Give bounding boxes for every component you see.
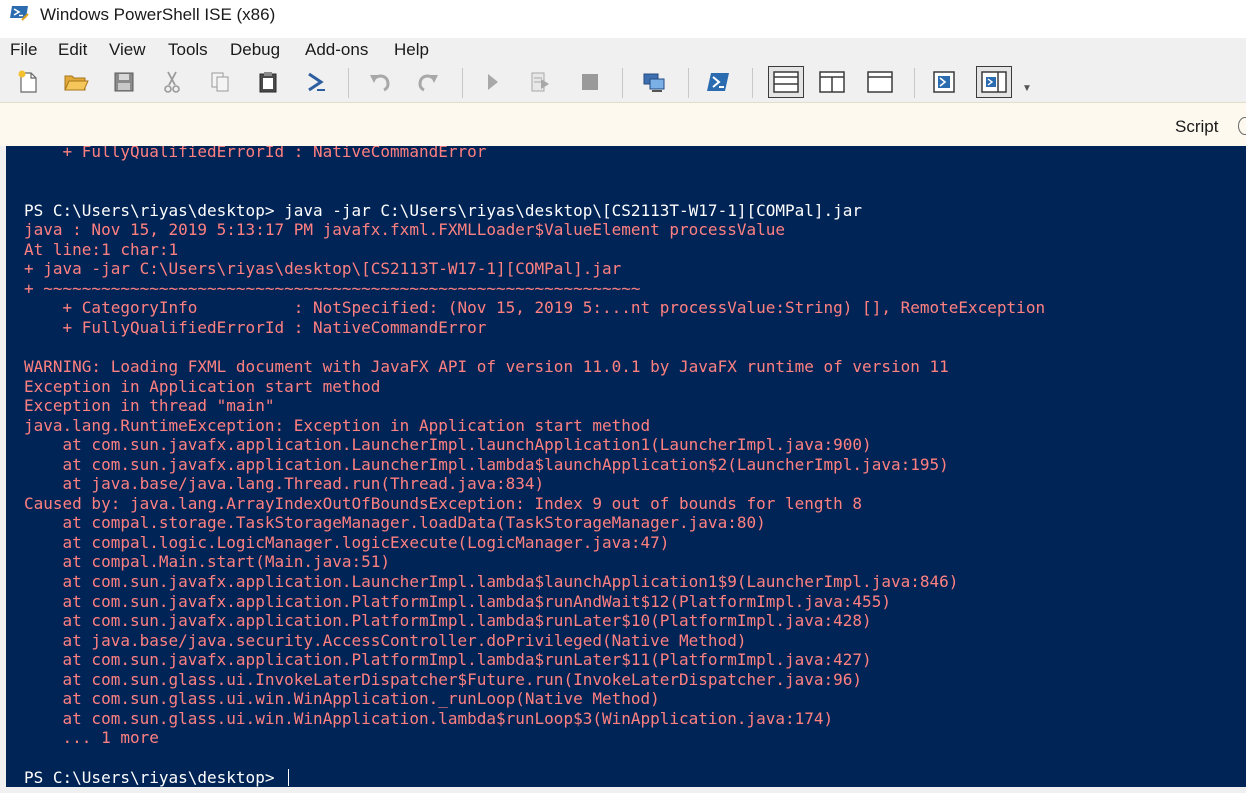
redo-icon[interactable] xyxy=(414,68,442,96)
stop-icon[interactable] xyxy=(576,68,604,96)
run-script-icon[interactable] xyxy=(478,68,506,96)
console-line: at com.sun.javafx.application.LauncherIm… xyxy=(24,435,872,455)
text-cursor xyxy=(288,768,290,786)
window-title: Windows PowerShell ISE (x86) xyxy=(40,5,276,24)
menu-bar: File Edit View Tools Debug Add-ons Help xyxy=(0,38,1246,62)
menu-debug[interactable]: Debug xyxy=(230,40,280,60)
console-line: PS C:\Users\riyas\desktop> java -jar C:\… xyxy=(24,200,863,220)
console-line: + java -jar C:\Users\riyas\desktop\[CS21… xyxy=(24,259,622,279)
new-script-icon[interactable] xyxy=(14,68,42,96)
console-line: at com.sun.javafx.application.LauncherIm… xyxy=(24,572,959,592)
toolbar: ▼ xyxy=(0,62,1246,102)
console-line: at java.base/java.lang.Thread.run(Thread… xyxy=(24,474,545,494)
console-line: + FullyQualifiedErrorId : NativeCommandE… xyxy=(24,146,487,161)
paste-icon[interactable] xyxy=(254,68,282,96)
menu-help[interactable]: Help xyxy=(394,40,429,60)
undo-icon[interactable] xyxy=(366,68,394,96)
console-line: java.lang.RuntimeException: Exception in… xyxy=(24,415,651,435)
console-line: at compal.Main.start(Main.java:51) xyxy=(24,552,391,572)
console-line: at com.sun.glass.ui.win.WinApplication.l… xyxy=(24,708,834,728)
show-script-right-icon[interactable] xyxy=(818,68,846,96)
copy-icon[interactable] xyxy=(206,68,234,96)
menu-edit[interactable]: Edit xyxy=(58,40,87,60)
toolbar-separator xyxy=(622,68,623,98)
show-script-maximized-icon[interactable] xyxy=(866,68,894,96)
console-line: Exception in thread "main" xyxy=(24,396,275,416)
show-command-addon-icon[interactable] xyxy=(976,66,1012,98)
script-pane-label[interactable]: Script xyxy=(1175,117,1218,137)
console-line: WARNING: Loading FXML document with Java… xyxy=(24,357,949,377)
toolbar-separator xyxy=(462,68,463,98)
run-powershell-icon[interactable] xyxy=(302,68,330,96)
title-bar[interactable]: Windows PowerShell ISE (x86) xyxy=(0,0,1246,36)
console-line: + FullyQualifiedErrorId : NativeCommandE… xyxy=(24,317,487,337)
toolbar-separator xyxy=(752,68,753,98)
menu-add-ons[interactable]: Add-ons xyxy=(305,40,368,60)
console-line: At line:1 char:1 xyxy=(24,239,179,259)
toolbar-separator xyxy=(348,68,349,98)
console-line: at com.sun.javafx.application.PlatformIm… xyxy=(24,591,891,611)
console-line: at com.sun.javafx.application.LauncherIm… xyxy=(24,454,949,474)
console-line: + ~~~~~~~~~~~~~~~~~~~~~~~~~~~~~~~~~~~~~~… xyxy=(24,278,641,298)
console-line: at com.sun.javafx.application.PlatformIm… xyxy=(24,611,872,631)
console-line: at compal.storage.TaskStorageManager.loa… xyxy=(24,513,766,533)
script-pane-header: Script xyxy=(0,102,1246,147)
toolbar-separator xyxy=(914,68,915,98)
show-script-top-icon[interactable] xyxy=(768,66,804,98)
console-prompt[interactable]: PS C:\Users\riyas\desktop> xyxy=(24,768,1045,788)
run-selection-icon[interactable] xyxy=(526,68,554,96)
toolbar-overflow-icon[interactable]: ▼ xyxy=(1022,84,1032,94)
console-line: + CategoryInfo : NotSpecified: (Nov 15, … xyxy=(24,298,1046,318)
console-line: at com.sun.javafx.application.PlatformIm… xyxy=(24,650,872,670)
menu-file[interactable]: File xyxy=(10,40,37,60)
console-line: at com.sun.glass.ui.win.WinApplication._… xyxy=(24,689,660,709)
console-line: at compal.logic.LogicManager.logicExecut… xyxy=(24,532,670,552)
cut-icon[interactable] xyxy=(158,68,186,96)
status-bar-edge xyxy=(0,787,1246,793)
console-line: Exception in Application start method xyxy=(24,376,381,396)
console-line: ... 1 more xyxy=(24,728,159,748)
start-powershell-exe-icon[interactable] xyxy=(704,68,732,96)
show-command-window-icon[interactable] xyxy=(930,68,958,96)
new-remote-tab-icon[interactable] xyxy=(640,68,668,96)
menu-view[interactable]: View xyxy=(109,40,146,60)
console-line: Caused by: java.lang.ArrayIndexOutOfBoun… xyxy=(24,493,863,513)
console-line: java : Nov 15, 2019 5:13:17 PM javafx.fx… xyxy=(24,220,785,240)
console-line: at com.sun.glass.ui.InvokeLaterDispatche… xyxy=(24,669,863,689)
save-icon[interactable] xyxy=(110,68,138,96)
console-output: + FullyQualifiedErrorId : NativeCommandE… xyxy=(24,146,1045,787)
console-line: at java.base/java.security.AccessControl… xyxy=(24,630,747,650)
console-pane[interactable]: + FullyQualifiedErrorId : NativeCommandE… xyxy=(6,146,1246,787)
toolbar-separator xyxy=(688,68,689,98)
open-icon[interactable] xyxy=(62,68,90,96)
powershell-ise-icon xyxy=(9,5,29,21)
menu-tools[interactable]: Tools xyxy=(168,40,208,60)
expand-script-pane-icon[interactable] xyxy=(1238,117,1246,135)
